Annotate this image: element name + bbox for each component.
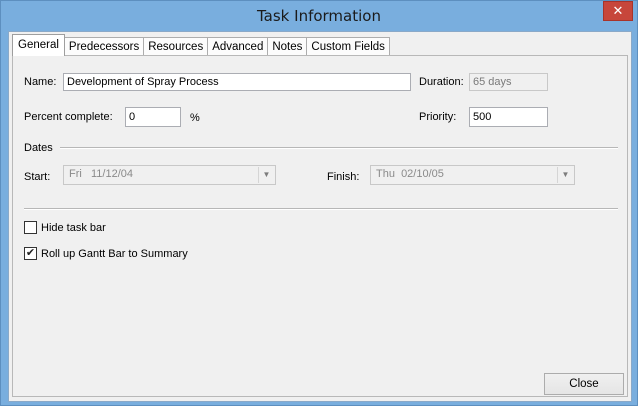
tab-strip: General Predecessors Resources Advanced … [12,34,390,56]
tab-custom-fields[interactable]: Custom Fields [306,37,390,56]
tab-notes[interactable]: Notes [267,37,308,56]
tab-resources[interactable]: Resources [143,37,209,56]
name-label: Name: [24,76,57,88]
rollup-gantt-checkbox[interactable]: ✔ [24,247,37,260]
finish-label: Finish: [327,171,360,183]
general-tab-panel: Name: Development of Spray Process Durat… [12,55,628,397]
close-button[interactable]: Close [544,373,624,395]
section-divider [24,208,618,210]
tab-advanced[interactable]: Advanced [207,37,269,56]
percent-complete-input[interactable]: 0 [125,107,181,127]
priority-input[interactable]: 500 [469,107,548,127]
start-date-dropdown[interactable]: Fri 11/12/04 ▼ [63,165,276,185]
percent-unit-label: % [190,112,200,124]
start-date-value: Fri 11/12/04 [69,168,133,180]
dates-divider [60,147,618,149]
percent-complete-label: Percent complete: [24,111,113,123]
duration-input[interactable]: 65 days [469,73,548,91]
dates-section-heading: Dates [24,142,53,154]
window-close-button[interactable]: ✕ [603,1,633,21]
window-title: Task Information [257,7,381,25]
checkmark-icon: ✔ [25,247,36,259]
finish-date-dropdown[interactable]: Thu 02/10/05 ▼ [370,165,575,185]
start-label: Start: [24,171,51,183]
dialog-body: General Predecessors Resources Advanced … [8,31,632,402]
tab-predecessors[interactable]: Predecessors [63,37,145,56]
name-input[interactable]: Development of Spray Process [63,73,411,91]
duration-label: Duration: [419,76,464,88]
chevron-down-icon[interactable]: ▼ [258,167,274,183]
task-information-window: Task Information ✕ General Predecessors … [0,0,638,406]
rollup-gantt-label: Roll up Gantt Bar to Summary [41,248,188,260]
hide-task-bar-label: Hide task bar [41,222,106,234]
chevron-down-icon[interactable]: ▼ [557,167,573,183]
priority-label: Priority: [419,111,457,123]
finish-date-value: Thu 02/10/05 [376,168,444,180]
title-bar: Task Information ✕ [1,1,637,31]
hide-task-bar-checkbox[interactable] [24,221,37,234]
tab-general[interactable]: General [12,34,65,56]
